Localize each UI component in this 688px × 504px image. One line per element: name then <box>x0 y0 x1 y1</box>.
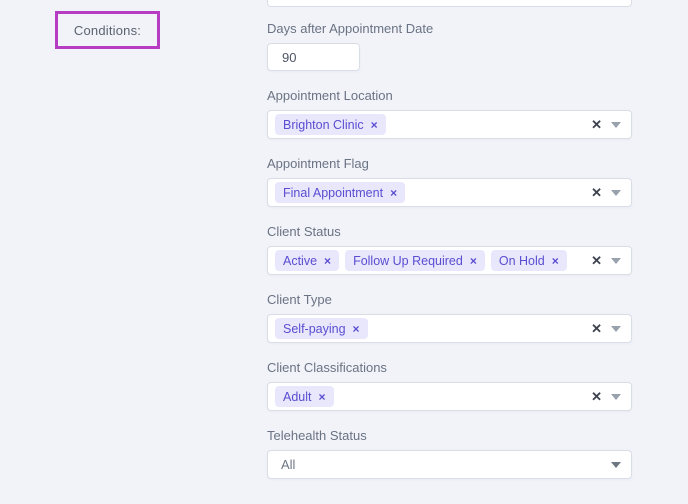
remove-tag-icon[interactable]: × <box>324 254 331 268</box>
field-group-days-after-appointment-date: Days after Appointment Date <box>267 21 632 71</box>
clear-all-icon[interactable]: ✕ <box>591 117 602 133</box>
field-group-client-type: Client Type Self-paying × ✕ <box>267 292 632 343</box>
selected-option-tag: Follow Up Required × <box>345 250 485 271</box>
field-group-appointment-flag: Appointment Flag Final Appointment × ✕ <box>267 156 632 207</box>
chevron-down-icon[interactable] <box>611 258 621 264</box>
chevron-down-icon[interactable] <box>611 326 621 332</box>
tag-label: Adult <box>283 390 312 404</box>
conditions-label-highlight: Conditions: <box>55 11 160 49</box>
selected-value: All <box>275 457 295 472</box>
client-classifications-select[interactable]: Adult × ✕ <box>267 382 632 411</box>
remove-tag-icon[interactable]: × <box>353 322 360 336</box>
selected-option-tag: Final Appointment × <box>275 182 405 203</box>
clear-all-icon[interactable]: ✕ <box>591 321 602 337</box>
appointment-location-select[interactable]: Brighton Clinic × ✕ <box>267 110 632 139</box>
selected-option-tag: On Hold × <box>491 250 567 271</box>
previous-field-partial-box[interactable] <box>267 0 632 7</box>
tag-label: Follow Up Required <box>353 254 463 268</box>
field-list: Days after Appointment Date Appointment L… <box>267 21 632 479</box>
days-after-appointment-date-input[interactable] <box>267 43 360 71</box>
tag-label: Self-paying <box>283 322 346 336</box>
selected-option-tag: Self-paying × <box>275 318 368 339</box>
field-label: Client Classifications <box>267 360 632 375</box>
field-label: Client Type <box>267 292 632 307</box>
clear-all-icon[interactable]: ✕ <box>591 389 602 405</box>
field-group-client-status: Client StatusActive×Follow Up Required×O… <box>267 224 632 275</box>
tag-label: Brighton Clinic <box>283 118 364 132</box>
chevron-down-icon[interactable] <box>611 190 621 196</box>
clear-all-icon[interactable]: ✕ <box>591 185 602 201</box>
tag-label: Final Appointment <box>283 186 383 200</box>
tag-label: On Hold <box>499 254 545 268</box>
remove-tag-icon[interactable]: × <box>371 118 378 132</box>
remove-tag-icon[interactable]: × <box>319 390 326 404</box>
conditions-label: Conditions: <box>74 23 141 38</box>
field-label: Days after Appointment Date <box>267 21 632 36</box>
client-status-select[interactable]: Active × Follow Up Required × On Hold × ✕ <box>267 246 632 275</box>
field-label: Appointment Flag <box>267 156 632 171</box>
field-group-telehealth-status: Telehealth Status All <box>267 428 632 479</box>
remove-tag-icon[interactable]: × <box>470 254 477 268</box>
field-group-appointment-location: Appointment Location Brighton Clinic × ✕ <box>267 88 632 139</box>
tag-label: Active <box>283 254 317 268</box>
selected-option-tag: Adult × <box>275 386 334 407</box>
clear-all-icon[interactable]: ✕ <box>591 253 602 269</box>
field-label: Telehealth Status <box>267 428 632 443</box>
appointment-flag-select[interactable]: Final Appointment × ✕ <box>267 178 632 207</box>
conditions-form: Days after Appointment Date Appointment L… <box>267 0 632 496</box>
remove-tag-icon[interactable]: × <box>390 186 397 200</box>
field-label: Appointment Location <box>267 88 632 103</box>
chevron-down-icon[interactable] <box>611 462 621 468</box>
selected-option-tag: Active × <box>275 250 339 271</box>
chevron-down-icon[interactable] <box>611 394 621 400</box>
remove-tag-icon[interactable]: × <box>552 254 559 268</box>
chevron-down-icon[interactable] <box>611 122 621 128</box>
client-type-select[interactable]: Self-paying × ✕ <box>267 314 632 343</box>
field-group-client-classifications: Client Classifications Adult × ✕ <box>267 360 632 411</box>
field-label: Client Status <box>267 224 632 239</box>
selected-option-tag: Brighton Clinic × <box>275 114 386 135</box>
telehealth-status-select[interactable]: All <box>267 450 632 479</box>
